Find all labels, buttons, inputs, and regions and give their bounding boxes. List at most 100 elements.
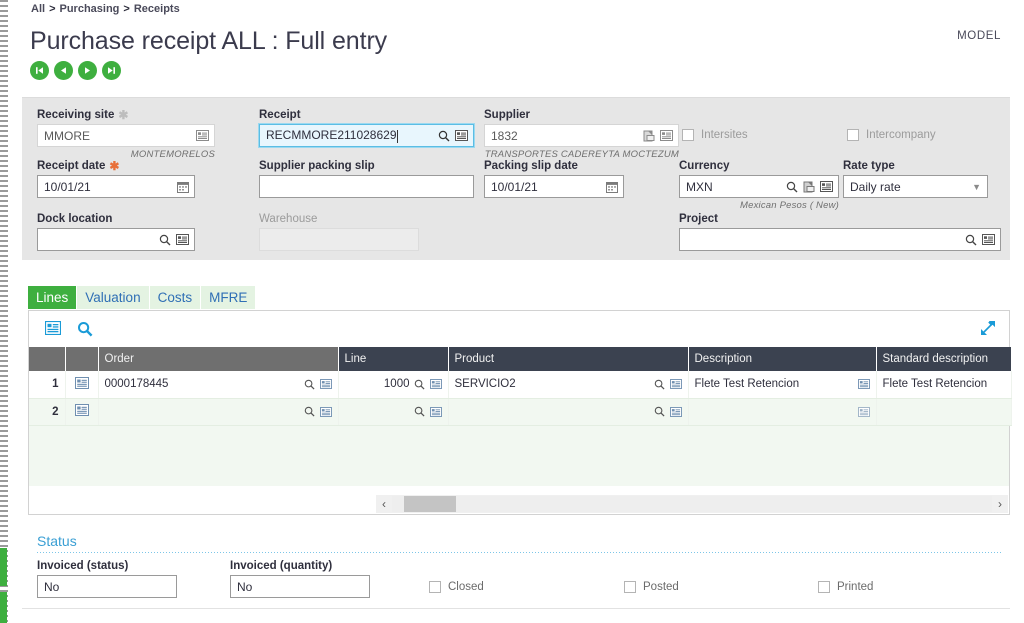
dock-location-label: Dock location — [37, 213, 195, 225]
intersites-field[interactable]: Intersites — [682, 129, 748, 141]
side-panel-tab-2[interactable] — [0, 592, 7, 623]
search-icon[interactable] — [654, 379, 665, 390]
next-record-button[interactable] — [78, 61, 97, 80]
receipt-field: Receipt RECMMORE211028629 — [259, 109, 474, 147]
breadcrumb-item-receipts[interactable]: Receipts — [134, 3, 180, 15]
invoiced-status-input[interactable]: No — [37, 575, 177, 598]
status-divider — [37, 552, 1002, 553]
cell-description[interactable] — [688, 398, 876, 425]
search-icon[interactable] — [654, 406, 665, 417]
receipt-header-panel: Receiving site✱ MMORE MONTEMORELOS Recei… — [22, 97, 1010, 260]
posted-field[interactable]: Posted — [624, 581, 679, 593]
tab-lines[interactable]: Lines — [28, 286, 76, 309]
table-row[interactable]: 2 — [29, 398, 1011, 425]
open-record-icon[interactable] — [643, 130, 655, 142]
cell-product[interactable]: SERVICIO2 — [448, 371, 688, 398]
column-header-standard-description[interactable]: Standard description — [876, 347, 1011, 371]
lookup-list-icon[interactable] — [982, 234, 995, 245]
lookup-list-icon[interactable] — [430, 407, 442, 417]
search-icon[interactable] — [159, 234, 171, 246]
intercompany-field[interactable]: Intercompany — [847, 129, 936, 141]
dock-location-input[interactable] — [37, 228, 195, 251]
packing-slip-date-input[interactable]: 10/01/21 — [484, 175, 624, 198]
currency-input[interactable]: MXN — [679, 175, 839, 198]
cell-line[interactable]: 1000 — [338, 371, 448, 398]
closed-field[interactable]: Closed — [429, 581, 484, 593]
previous-record-button[interactable] — [54, 61, 73, 80]
column-header-rownum[interactable] — [29, 347, 65, 371]
grid-horizontal-scrollbar[interactable]: ‹ › — [376, 495, 1008, 513]
lookup-list-icon[interactable] — [430, 379, 442, 389]
receipt-input[interactable]: RECMMORE211028629 — [259, 124, 474, 147]
side-panel-tab-1[interactable] — [0, 548, 7, 586]
rate-type-select[interactable]: Daily rate ▼ — [843, 175, 988, 198]
scroll-left-icon[interactable]: ‹ — [376, 497, 392, 511]
invoiced-quantity-input[interactable]: No — [230, 575, 370, 598]
rate-type-value: Daily rate — [850, 180, 901, 194]
list-detail-icon[interactable] — [45, 321, 61, 335]
intersites-checkbox[interactable] — [682, 129, 694, 141]
invoiced-status-label: Invoiced (status) — [37, 560, 177, 572]
printed-checkbox[interactable] — [818, 581, 830, 593]
receipt-date-input[interactable]: 10/01/21 — [37, 175, 195, 198]
column-header-action[interactable] — [65, 347, 98, 371]
scrollbar-track[interactable] — [392, 496, 992, 512]
printed-field[interactable]: Printed — [818, 581, 873, 593]
column-header-line[interactable]: Line — [338, 347, 448, 371]
last-record-button[interactable] — [102, 61, 121, 80]
column-header-product[interactable]: Product — [448, 347, 688, 371]
search-icon[interactable] — [304, 406, 315, 417]
cell-order[interactable] — [98, 398, 338, 425]
cell-standard-description[interactable]: Flete Test Retencion — [876, 371, 1011, 398]
posted-checkbox[interactable] — [624, 581, 636, 593]
column-header-order[interactable]: Order — [98, 347, 338, 371]
closed-checkbox[interactable] — [429, 581, 441, 593]
lookup-list-icon[interactable] — [320, 379, 332, 389]
cell-product[interactable] — [448, 398, 688, 425]
search-icon[interactable] — [414, 379, 425, 390]
search-icon[interactable] — [438, 130, 450, 142]
table-row[interactable]: 1 0000178445 — [29, 371, 1011, 398]
lookup-list-icon[interactable] — [670, 379, 682, 389]
expand-icon[interactable] — [979, 319, 997, 337]
search-icon[interactable] — [414, 406, 425, 417]
tab-mfre[interactable]: MFRE — [201, 286, 255, 309]
lookup-list-icon[interactable] — [176, 234, 189, 245]
scrollbar-thumb[interactable] — [404, 496, 456, 512]
calendar-icon[interactable] — [177, 181, 189, 193]
lookup-list-icon[interactable] — [670, 407, 682, 417]
column-header-description[interactable]: Description — [688, 347, 876, 371]
receiving-site-input[interactable]: MMORE — [37, 124, 215, 147]
breadcrumb-item-purchasing[interactable]: Purchasing — [60, 3, 120, 15]
cell-description[interactable]: Flete Test Retencion — [688, 371, 876, 398]
cell-line[interactable] — [338, 398, 448, 425]
lookup-list-icon[interactable] — [858, 407, 870, 417]
tab-costs[interactable]: Costs — [150, 286, 201, 309]
project-input[interactable] — [679, 228, 1001, 251]
first-record-button[interactable] — [30, 61, 49, 80]
search-icon[interactable] — [786, 181, 798, 193]
intercompany-checkbox[interactable] — [847, 129, 859, 141]
search-icon[interactable] — [77, 321, 93, 337]
lookup-list-icon[interactable] — [455, 130, 468, 141]
row-detail-icon[interactable] — [75, 377, 89, 389]
lookup-list-icon[interactable] — [660, 130, 673, 141]
cell-order[interactable]: 0000178445 — [98, 371, 338, 398]
open-record-icon[interactable] — [803, 181, 815, 193]
search-icon[interactable] — [965, 234, 977, 246]
lookup-list-icon[interactable] — [320, 407, 332, 417]
search-icon[interactable] — [304, 379, 315, 390]
lookup-list-icon[interactable] — [858, 379, 870, 389]
row-detail-icon[interactable] — [75, 404, 89, 416]
tab-valuation[interactable]: Valuation — [77, 286, 148, 309]
row-action-cell[interactable] — [65, 371, 98, 398]
calendar-icon[interactable] — [606, 181, 618, 193]
cell-standard-description[interactable] — [876, 398, 1011, 425]
breadcrumb-item-all[interactable]: All — [31, 3, 45, 15]
row-action-cell[interactable] — [65, 398, 98, 425]
lookup-list-icon[interactable] — [820, 181, 833, 192]
lookup-list-icon[interactable] — [196, 130, 209, 141]
scroll-right-icon[interactable]: › — [992, 497, 1008, 511]
supplier-packing-slip-input[interactable] — [259, 175, 474, 198]
supplier-input[interactable]: 1832 — [484, 124, 679, 147]
